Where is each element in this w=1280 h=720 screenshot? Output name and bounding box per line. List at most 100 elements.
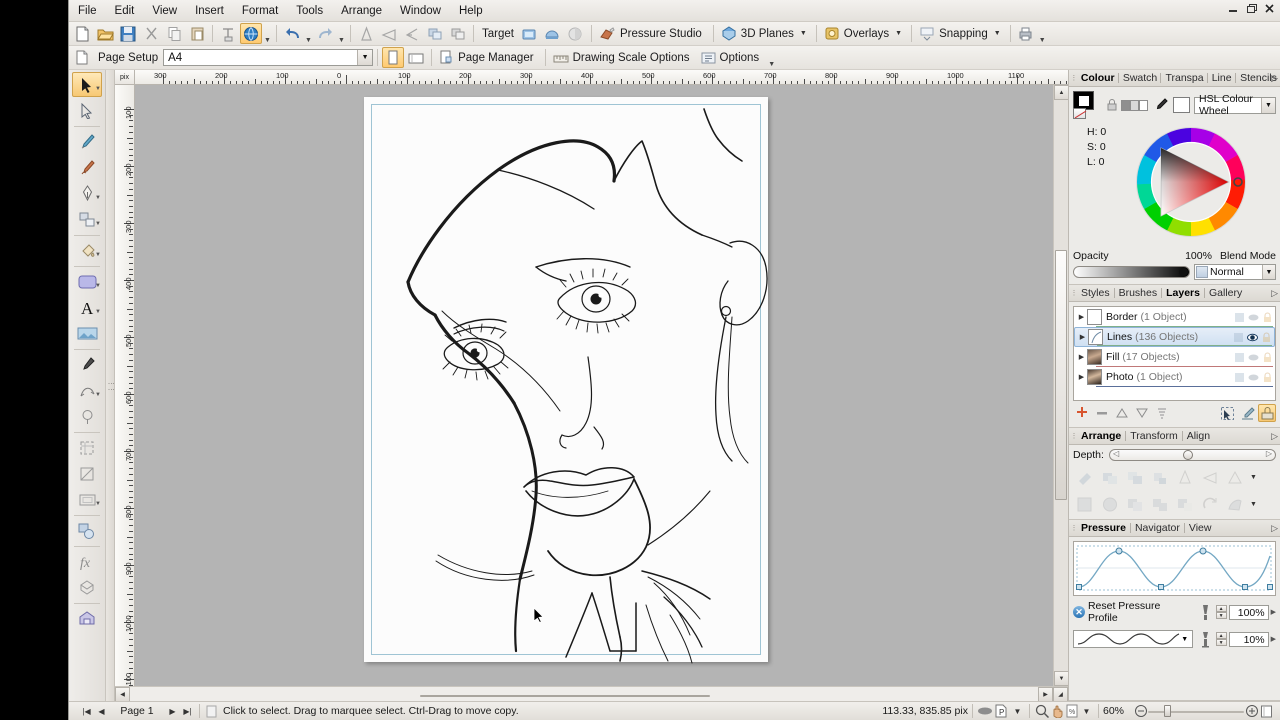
zoom-in-icon[interactable]	[1244, 703, 1259, 719]
chevron-down-icon[interactable]: ▼	[95, 195, 101, 201]
join-shapes-icon[interactable]	[1148, 493, 1172, 515]
layer-lock-icon[interactable]	[1261, 332, 1272, 343]
zoom-out-icon[interactable]	[1133, 703, 1148, 719]
table-row[interactable]: ▶ Fill (17 Objects)	[1074, 347, 1275, 367]
shape-editor-tool[interactable]	[72, 98, 102, 123]
expand-icon[interactable]: ▶	[1076, 353, 1087, 361]
paste-format-icon[interactable]	[217, 23, 239, 44]
layer-controls[interactable]	[1233, 332, 1272, 343]
redo-icon[interactable]	[314, 23, 336, 44]
chevron-right-icon[interactable]: ▶	[1271, 608, 1276, 616]
table-row[interactable]: ▶ Border (1 Object)	[1074, 307, 1275, 327]
push-tool[interactable]	[72, 404, 102, 429]
page-size-combo[interactable]: A4 ▼	[163, 49, 374, 66]
spinner-buttons[interactable]: ▲ ▼	[1215, 605, 1227, 619]
blend-mode-combo[interactable]: Normal ▼	[1194, 264, 1276, 280]
portrait-orientation-button[interactable]	[382, 47, 405, 68]
snapping-button[interactable]: Snapping ▼	[916, 23, 1006, 44]
horizontal-ruler[interactable]: 300 200 100 0 100 200 300 400 500 600 700 800 900 100…	[135, 70, 1068, 85]
fill-line-swatch[interactable]	[1073, 91, 1103, 119]
copy-icon[interactable]	[163, 23, 185, 44]
layer-visibility-icon[interactable]	[1248, 372, 1259, 383]
current-colour-preview[interactable]	[1173, 97, 1190, 113]
group-icon[interactable]	[1073, 493, 1097, 515]
zoom-slider-thumb[interactable]	[1164, 705, 1171, 717]
drawing-scale-options-button[interactable]: Drawing Scale Options	[550, 47, 697, 68]
target-page-icon[interactable]	[519, 23, 541, 44]
zoom-tool-icon[interactable]	[1034, 703, 1049, 719]
quality-icon[interactable]	[977, 703, 992, 719]
pagebar-overflow-icon[interactable]: ▼	[767, 48, 776, 68]
spinner-down-icon[interactable]: ▼	[1215, 612, 1227, 619]
horizontal-scroll-thumb[interactable]	[420, 695, 710, 697]
move-layer-up-icon[interactable]	[1113, 404, 1131, 422]
layer-lock-icon[interactable]	[1262, 372, 1273, 383]
redo-dropdown-icon[interactable]: ▼	[337, 24, 346, 44]
chevron-down-icon[interactable]: ▼	[893, 30, 904, 37]
swatch-grey[interactable]	[1121, 99, 1130, 111]
panel-grip[interactable]: ⋮	[1069, 285, 1078, 302]
tab-layers[interactable]: Layers	[1162, 285, 1204, 301]
undo-icon[interactable]	[281, 23, 303, 44]
scroll-up-button[interactable]: ▲	[1054, 85, 1069, 100]
opacity-slider[interactable]	[1073, 266, 1190, 278]
target-frame-icon[interactable]	[565, 23, 587, 44]
cut-icon[interactable]	[140, 23, 162, 44]
menu-help[interactable]: Help	[450, 2, 492, 20]
layer-controls[interactable]	[1234, 372, 1273, 383]
delete-layer-icon[interactable]	[1093, 404, 1111, 422]
bring-to-front-icon[interactable]	[1073, 466, 1097, 488]
tab-navigator[interactable]: Navigator	[1131, 520, 1184, 536]
swatch-light-grey[interactable]	[1130, 99, 1139, 111]
zoom-slider[interactable]	[1148, 705, 1244, 717]
merge-layers-icon[interactable]	[1153, 404, 1171, 422]
layer-controls[interactable]	[1234, 352, 1273, 363]
tab-overflow-icon[interactable]: ▷	[1271, 288, 1278, 299]
scroll-resize-grip[interactable]: ◢	[1053, 686, 1068, 702]
menu-file[interactable]: File	[69, 2, 106, 20]
menu-format[interactable]: Format	[233, 2, 287, 20]
chevron-down-icon[interactable]: ▼	[1010, 703, 1025, 719]
chevron-down-icon[interactable]: ▼	[1079, 703, 1094, 719]
put-to-back-icon[interactable]	[1148, 466, 1172, 488]
layer-lock-icon[interactable]	[1262, 352, 1273, 363]
paint-brush-tool[interactable]	[72, 155, 102, 180]
open-folder-icon[interactable]	[94, 23, 116, 44]
depth-decrease-icon[interactable]: ◁	[1113, 449, 1119, 458]
page-manager-button[interactable]: Page Manager	[436, 47, 540, 68]
scroll-left-button[interactable]: ◀	[115, 686, 130, 702]
ruler-unit-label[interactable]: pix	[115, 70, 135, 85]
tab-transform[interactable]: Transform	[1126, 428, 1181, 444]
swatch-white[interactable]	[1139, 99, 1148, 111]
layer-solo-icon[interactable]	[1234, 312, 1245, 323]
chevron-down-icon[interactable]: ▼	[1248, 474, 1259, 481]
contour-tool[interactable]: ▼	[72, 487, 102, 512]
vertical-scroll-track[interactable]	[1054, 100, 1068, 671]
combine-shapes-icon[interactable]	[1123, 493, 1147, 515]
ungroup-icon[interactable]	[1098, 493, 1122, 515]
convert-to-editable-icon[interactable]	[1198, 493, 1222, 515]
colour-model-combo[interactable]: HSL Colour Wheel ▼	[1194, 93, 1276, 117]
tab-overflow-icon[interactable]: ▷	[1271, 73, 1278, 84]
menu-view[interactable]: View	[143, 2, 186, 20]
zoom-level-value[interactable]: 60%	[1103, 705, 1133, 717]
expand-icon[interactable]: ▶	[1076, 313, 1087, 321]
tab-overflow-icon[interactable]: ▷	[1271, 523, 1278, 534]
toolbar-overflow-icon[interactable]: ▼	[1038, 24, 1047, 44]
edit-layer-icon[interactable]	[1238, 404, 1256, 422]
put-backwards-icon[interactable]	[1123, 466, 1147, 488]
chevron-down-icon[interactable]: ▼	[95, 309, 101, 315]
panel-grip[interactable]: ⋮	[1069, 520, 1078, 537]
layer-list[interactable]: ▶ Border (1 Object) ▶ Lines (136 Objects…	[1073, 306, 1276, 401]
max-pressure-spinner[interactable]: ▲ ▼ 100% ▶	[1215, 604, 1276, 620]
save-icon[interactable]	[117, 23, 139, 44]
layer-solo-icon[interactable]	[1234, 372, 1245, 383]
crop-tool[interactable]	[72, 435, 102, 460]
scroll-down-button[interactable]: ▼	[1054, 671, 1069, 686]
3d-planes-button[interactable]: 3D Planes ▼	[718, 23, 812, 44]
bevel-tool[interactable]	[72, 461, 102, 486]
vertical-scroll-thumb[interactable]	[1055, 250, 1067, 500]
min-pressure-spinner[interactable]: ▲ ▼ 10% ▶	[1215, 631, 1276, 647]
layer-lock-icon[interactable]	[1262, 312, 1273, 323]
add-layer-icon[interactable]	[1073, 404, 1091, 422]
